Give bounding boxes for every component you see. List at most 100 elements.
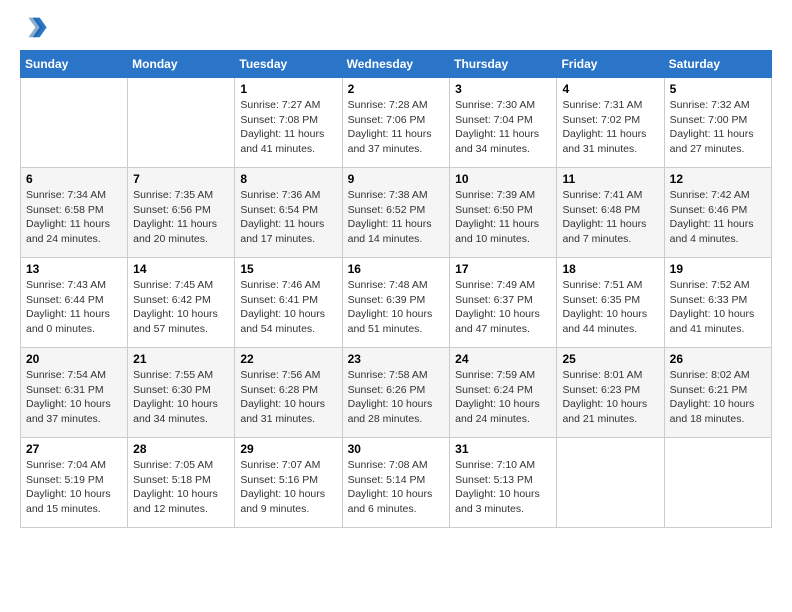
column-header-saturday: Saturday <box>664 51 771 78</box>
calendar-cell: 7 Sunrise: 7:35 AMSunset: 6:56 PMDaylight… <box>128 168 235 258</box>
day-info: Sunrise: 7:48 AMSunset: 6:39 PMDaylight:… <box>348 279 433 335</box>
calendar-cell: 19 Sunrise: 7:52 AMSunset: 6:33 PMDayligh… <box>664 258 771 348</box>
calendar-week-row: 13 Sunrise: 7:43 AMSunset: 6:44 PMDayligh… <box>21 258 772 348</box>
calendar-cell: 8 Sunrise: 7:36 AMSunset: 6:54 PMDaylight… <box>235 168 342 258</box>
calendar-cell: 23Sunrise: 7:58 AMSunset: 6:26 PMDayligh… <box>342 348 450 438</box>
calendar-cell: 20Sunrise: 7:54 AMSunset: 6:31 PMDayligh… <box>21 348 128 438</box>
day-number: 9 <box>348 172 445 186</box>
calendar-table: SundayMondayTuesdayWednesdayThursdayFrid… <box>20 50 772 528</box>
day-info: Sunrise: 7:31 AMSunset: 7:02 PMDaylight:… <box>562 99 646 155</box>
day-number: 21 <box>133 352 229 366</box>
calendar-cell: 26 Sunrise: 8:02 AMSunset: 6:21 PMDayligh… <box>664 348 771 438</box>
day-number: 7 <box>133 172 229 186</box>
calendar-cell: 16 Sunrise: 7:48 AMSunset: 6:39 PMDayligh… <box>342 258 450 348</box>
calendar-cell: 9 Sunrise: 7:38 AMSunset: 6:52 PMDaylight… <box>342 168 450 258</box>
calendar-cell: 12 Sunrise: 7:42 AMSunset: 6:46 PMDayligh… <box>664 168 771 258</box>
day-number: 24 <box>455 352 551 366</box>
day-info: Sunrise: 8:01 AMSunset: 6:23 PMDaylight:… <box>562 369 647 425</box>
day-number: 1 <box>240 82 336 96</box>
day-info: Sunrise: 7:51 AMSunset: 6:35 PMDaylight:… <box>562 279 647 335</box>
calendar-header-row: SundayMondayTuesdayWednesdayThursdayFrid… <box>21 51 772 78</box>
calendar-cell: 3Sunrise: 7:30 AMSunset: 7:04 PMDaylight… <box>450 78 557 168</box>
calendar-cell: 2 Sunrise: 7:28 AMSunset: 7:06 PMDaylight… <box>342 78 450 168</box>
day-number: 4 <box>562 82 658 96</box>
day-info: Sunrise: 7:32 AMSunset: 7:00 PMDaylight:… <box>670 99 754 155</box>
day-info: Sunrise: 7:08 AMSunset: 5:14 PMDaylight:… <box>348 459 433 515</box>
calendar-cell: 31 Sunrise: 7:10 AMSunset: 5:13 PMDayligh… <box>450 438 557 528</box>
day-number: 29 <box>240 442 336 456</box>
calendar-cell: 10Sunrise: 7:39 AMSunset: 6:50 PMDayligh… <box>450 168 557 258</box>
column-header-sunday: Sunday <box>21 51 128 78</box>
day-number: 18 <box>562 262 658 276</box>
day-info: Sunrise: 7:28 AMSunset: 7:06 PMDaylight:… <box>348 99 432 155</box>
day-info: Sunrise: 7:45 AMSunset: 6:42 PMDaylight:… <box>133 279 218 335</box>
column-header-tuesday: Tuesday <box>235 51 342 78</box>
calendar-cell: 18 Sunrise: 7:51 AMSunset: 6:35 PMDayligh… <box>557 258 664 348</box>
day-info: Sunrise: 7:55 AMSunset: 6:30 PMDaylight:… <box>133 369 218 425</box>
logo <box>20 16 50 40</box>
calendar-cell: 15 Sunrise: 7:46 AMSunset: 6:41 PMDayligh… <box>235 258 342 348</box>
day-info: Sunrise: 7:04 AMSunset: 5:19 PMDaylight:… <box>26 459 111 515</box>
day-info: Sunrise: 7:54 AMSunset: 6:31 PMDaylight:… <box>26 369 111 425</box>
day-info: Sunrise: 7:39 AMSunset: 6:50 PMDaylight:… <box>455 189 539 245</box>
calendar-cell: 13 Sunrise: 7:43 AMSunset: 6:44 PMDayligh… <box>21 258 128 348</box>
day-number: 27 <box>26 442 122 456</box>
day-number: 16 <box>348 262 445 276</box>
day-number: 8 <box>240 172 336 186</box>
column-header-monday: Monday <box>128 51 235 78</box>
logo-icon <box>20 12 48 40</box>
day-info: Sunrise: 7:36 AMSunset: 6:54 PMDaylight:… <box>240 189 324 245</box>
calendar-cell: 5 Sunrise: 7:32 AMSunset: 7:00 PMDaylight… <box>664 78 771 168</box>
day-info: Sunrise: 7:49 AMSunset: 6:37 PMDaylight:… <box>455 279 540 335</box>
calendar-cell: 28Sunrise: 7:05 AMSunset: 5:18 PMDayligh… <box>128 438 235 528</box>
calendar-cell: 30Sunrise: 7:08 AMSunset: 5:14 PMDayligh… <box>342 438 450 528</box>
day-number: 5 <box>670 82 766 96</box>
calendar-cell: 25 Sunrise: 8:01 AMSunset: 6:23 PMDayligh… <box>557 348 664 438</box>
calendar-cell: 24Sunrise: 7:59 AMSunset: 6:24 PMDayligh… <box>450 348 557 438</box>
calendar-cell: 6 Sunrise: 7:34 AMSunset: 6:58 PMDaylight… <box>21 168 128 258</box>
day-number: 31 <box>455 442 551 456</box>
day-number: 17 <box>455 262 551 276</box>
day-number: 22 <box>240 352 336 366</box>
day-number: 13 <box>26 262 122 276</box>
day-info: Sunrise: 7:38 AMSunset: 6:52 PMDaylight:… <box>348 189 432 245</box>
day-number: 3 <box>455 82 551 96</box>
day-info: Sunrise: 7:05 AMSunset: 5:18 PMDaylight:… <box>133 459 218 515</box>
day-info: Sunrise: 7:42 AMSunset: 6:46 PMDaylight:… <box>670 189 754 245</box>
calendar-cell: 21 Sunrise: 7:55 AMSunset: 6:30 PMDayligh… <box>128 348 235 438</box>
day-info: Sunrise: 7:52 AMSunset: 6:33 PMDaylight:… <box>670 279 755 335</box>
day-number: 12 <box>670 172 766 186</box>
column-header-thursday: Thursday <box>450 51 557 78</box>
day-info: Sunrise: 7:35 AMSunset: 6:56 PMDaylight:… <box>133 189 217 245</box>
day-number: 15 <box>240 262 336 276</box>
calendar-week-row: 27 Sunrise: 7:04 AMSunset: 5:19 PMDayligh… <box>21 438 772 528</box>
day-number: 11 <box>562 172 658 186</box>
day-number: 19 <box>670 262 766 276</box>
calendar-cell: 29Sunrise: 7:07 AMSunset: 5:16 PMDayligh… <box>235 438 342 528</box>
day-info: Sunrise: 7:56 AMSunset: 6:28 PMDaylight:… <box>240 369 325 425</box>
day-info: Sunrise: 7:43 AMSunset: 6:44 PMDaylight:… <box>26 279 110 335</box>
calendar-cell: 4 Sunrise: 7:31 AMSunset: 7:02 PMDaylight… <box>557 78 664 168</box>
day-number: 26 <box>670 352 766 366</box>
calendar-cell <box>21 78 128 168</box>
calendar-cell: 27 Sunrise: 7:04 AMSunset: 5:19 PMDayligh… <box>21 438 128 528</box>
calendar-cell: 22 Sunrise: 7:56 AMSunset: 6:28 PMDayligh… <box>235 348 342 438</box>
day-info: Sunrise: 8:02 AMSunset: 6:21 PMDaylight:… <box>670 369 755 425</box>
calendar-cell: 17 Sunrise: 7:49 AMSunset: 6:37 PMDayligh… <box>450 258 557 348</box>
day-number: 14 <box>133 262 229 276</box>
calendar-cell: 1 Sunrise: 7:27 AMSunset: 7:08 PMDaylight… <box>235 78 342 168</box>
day-number: 2 <box>348 82 445 96</box>
calendar-cell: 14 Sunrise: 7:45 AMSunset: 6:42 PMDayligh… <box>128 258 235 348</box>
column-header-friday: Friday <box>557 51 664 78</box>
day-info: Sunrise: 7:46 AMSunset: 6:41 PMDaylight:… <box>240 279 325 335</box>
day-number: 25 <box>562 352 658 366</box>
column-header-wednesday: Wednesday <box>342 51 450 78</box>
page-header <box>20 16 772 40</box>
day-info: Sunrise: 7:34 AMSunset: 6:58 PMDaylight:… <box>26 189 110 245</box>
day-info: Sunrise: 7:27 AMSunset: 7:08 PMDaylight:… <box>240 99 324 155</box>
calendar-cell <box>557 438 664 528</box>
day-number: 23 <box>348 352 445 366</box>
day-info: Sunrise: 7:10 AMSunset: 5:13 PMDaylight:… <box>455 459 540 515</box>
day-number: 6 <box>26 172 122 186</box>
calendar-week-row: 1 Sunrise: 7:27 AMSunset: 7:08 PMDaylight… <box>21 78 772 168</box>
